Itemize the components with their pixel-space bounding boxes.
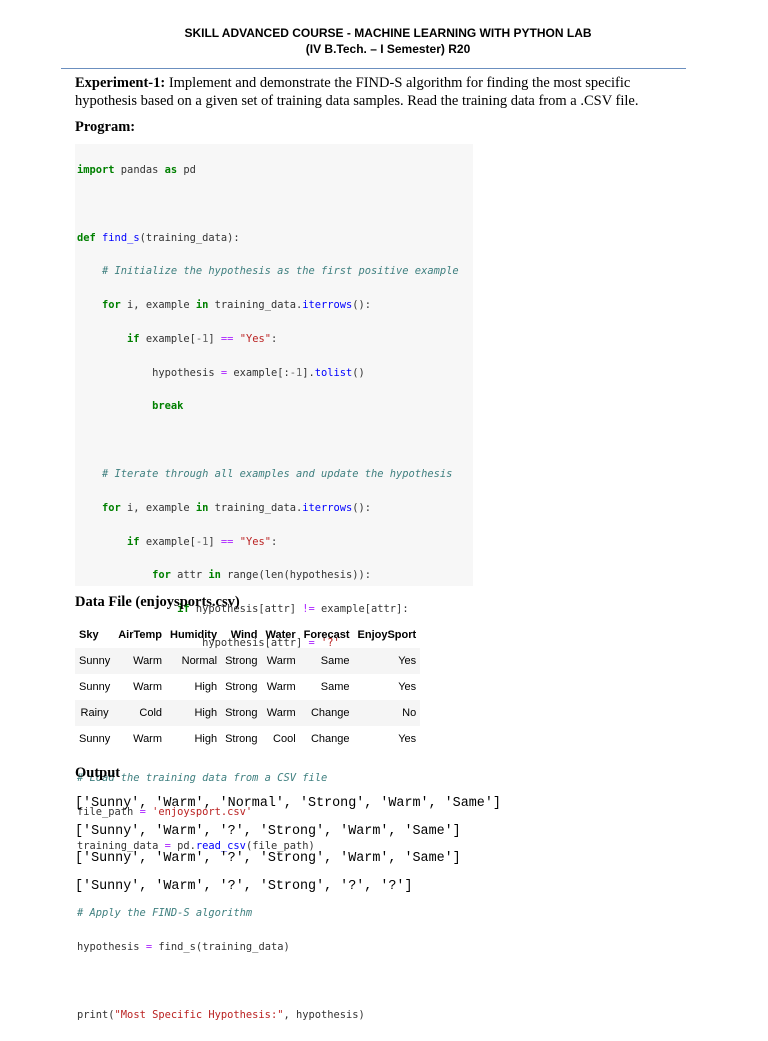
- document-header: SKILL ADVANCED COURSE - MACHINE LEARNING…: [0, 26, 768, 57]
- table-cell: Same: [299, 648, 354, 674]
- program-heading: Program:: [75, 119, 136, 135]
- output-line: ['Sunny', 'Warm', '?', 'Strong', '?', '?…: [75, 878, 413, 894]
- code-line: hypothesis = example[:-1].tolist(): [77, 366, 365, 379]
- table-cell: Warm: [133, 681, 163, 693]
- code-line: for attr in range(len(hypothesis)):: [77, 569, 372, 582]
- table-cell: Cool: [273, 733, 296, 745]
- column-header: Sky: [79, 629, 99, 641]
- code-line: import pandas as pd: [77, 163, 196, 176]
- column-header: Humidity: [170, 629, 218, 641]
- column-header: Wind: [230, 629, 258, 641]
- table-cell: Sunny: [75, 648, 115, 674]
- table-cell: High: [194, 733, 218, 745]
- table-cell: Warm: [133, 733, 163, 745]
- code-line: for i, example in training_data.iterrows…: [77, 299, 372, 312]
- output-block: ['Sunny', 'Warm', 'Normal', 'Strong', 'W…: [75, 790, 501, 900]
- table-cell: Change: [299, 700, 354, 726]
- header-course-title: SKILL ADVANCED COURSE - MACHINE LEARNING…: [184, 26, 592, 40]
- experiment-label: Experiment-1:: [75, 75, 166, 91]
- output-heading: Output: [75, 765, 121, 781]
- column-header: Forecast: [303, 629, 350, 641]
- table-cell: Warm: [261, 648, 300, 674]
- column-header: EnjoySport: [357, 629, 417, 641]
- data-table: Sky AirTemp Humidity Wind Water Forecast…: [75, 622, 421, 752]
- output-line: ['Sunny', 'Warm', '?', 'Strong', 'Warm',…: [75, 851, 461, 867]
- column-header: AirTemp: [118, 629, 163, 641]
- table-cell: Yes: [398, 733, 417, 745]
- table-row: Sunny Warm Normal Strong Warm Same Yes: [75, 648, 421, 674]
- code-line: def find_s(training_data):: [77, 231, 240, 244]
- experiment-description: Experiment-1: Implement and demonstrate …: [75, 74, 695, 110]
- table-cell: Sunny: [79, 681, 111, 693]
- code-line: break: [77, 400, 184, 413]
- table-cell: Strong: [225, 733, 258, 745]
- table-cell: Sunny: [79, 733, 111, 745]
- data-file-heading: Data File (enjoysports.csv): [75, 594, 240, 610]
- code-line: # Load the training data from a CSV file: [77, 772, 328, 785]
- table-cell: Warm: [261, 700, 300, 726]
- table-cell: High: [194, 681, 218, 693]
- table-row: Sunny Warm High Strong Cool Change Yes: [75, 726, 420, 752]
- table-header-row: Sky AirTemp Humidity Wind Water Forecast…: [75, 622, 420, 648]
- table-cell: High: [166, 700, 222, 726]
- table-row: Sunny Warm High Strong Warm Same Yes: [75, 674, 420, 700]
- code-line: if example[-1] == "Yes":: [77, 535, 278, 548]
- code-line: if example[-1] == "Yes":: [77, 332, 278, 345]
- output-line: ['Sunny', 'Warm', 'Normal', 'Strong', 'W…: [75, 796, 501, 811]
- table-cell: Yes: [398, 681, 417, 693]
- code-line: for i, example in training_data.iterrows…: [77, 501, 372, 514]
- table-row: Rainy Cold High Strong Warm Change No: [75, 700, 421, 726]
- table-cell: Warm: [114, 648, 167, 674]
- header-semester: (IV B.Tech. – I Semester) R20: [305, 41, 471, 56]
- code-line: # Iterate through all examples and updat…: [77, 468, 453, 481]
- header-divider: [61, 68, 686, 69]
- table-cell: Change: [310, 733, 350, 745]
- table-cell: Same: [320, 681, 350, 693]
- code-line: print("Most Specific Hypothesis:", hypot…: [77, 1008, 365, 1021]
- code-line: # Initialize the hypothesis as the first…: [77, 265, 459, 278]
- table-cell: Yes: [353, 648, 421, 674]
- table-cell: Warm: [266, 681, 296, 693]
- code-line: # Apply the FIND-S algorithm: [77, 907, 253, 920]
- table-cell: Normal: [166, 648, 222, 674]
- column-header: Water: [265, 629, 296, 641]
- code-block: import pandas as pd def find_s(training_…: [75, 144, 473, 1021]
- table-cell: Strong: [225, 681, 258, 693]
- table-cell: No: [353, 700, 421, 726]
- table-cell: Cold: [114, 700, 167, 726]
- table-cell: Strong: [221, 648, 262, 674]
- table-cell: Strong: [221, 700, 262, 726]
- output-line: ['Sunny', 'Warm', '?', 'Strong', 'Warm',…: [75, 823, 461, 839]
- table-cell: Rainy: [75, 700, 115, 726]
- code-line: hypothesis = find_s(training_data): [77, 941, 290, 954]
